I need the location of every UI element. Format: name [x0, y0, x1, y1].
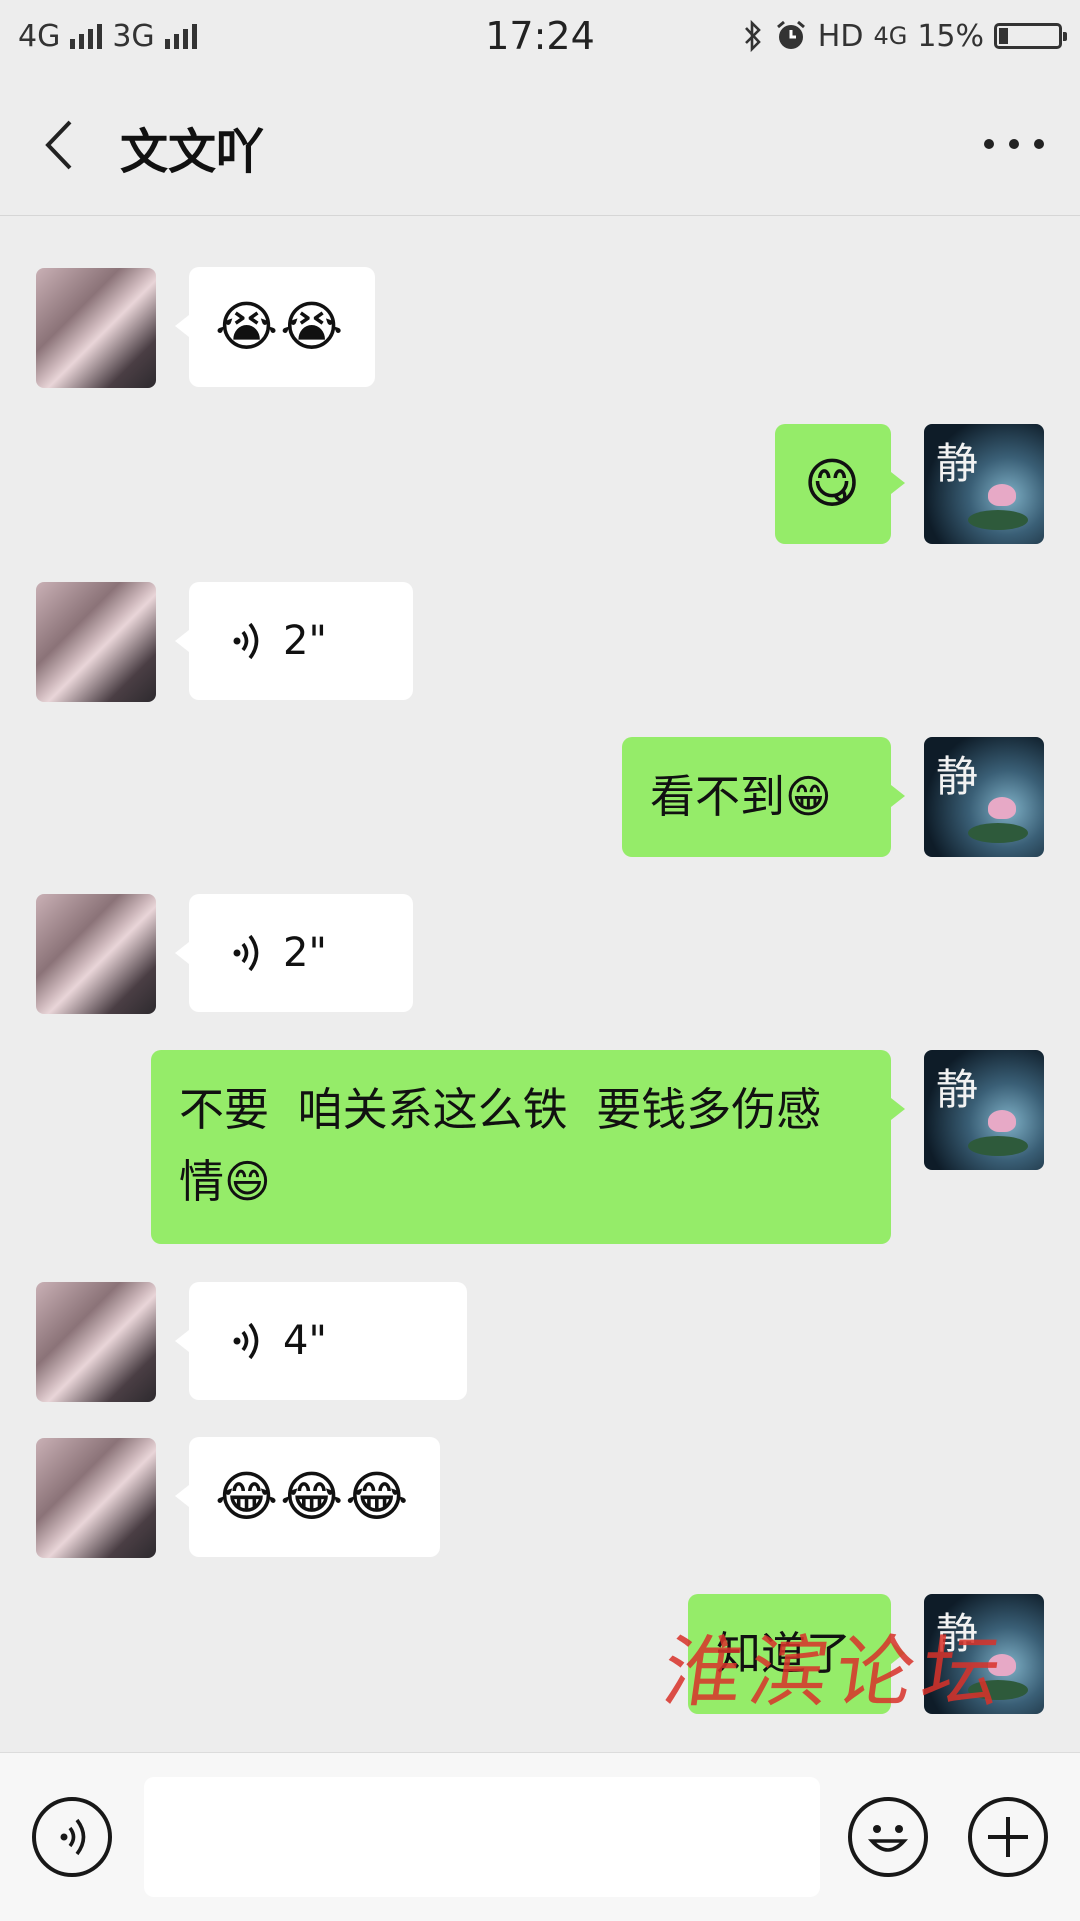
- network-type-2: 3G: [112, 18, 155, 54]
- alarm-icon: [776, 20, 805, 49]
- my-avatar[interactable]: 静: [924, 1050, 1044, 1170]
- bluetooth-icon: [744, 19, 761, 53]
- my-avatar[interactable]: 静: [924, 424, 1044, 544]
- avatar-char: 静: [936, 439, 979, 488]
- chat-header: 文文吖: [0, 72, 1080, 216]
- avatar-char: 静: [936, 1065, 979, 1114]
- more-dots-icon[interactable]: [984, 132, 1044, 156]
- voice-content: 2": [189, 618, 327, 664]
- friend-avatar[interactable]: [36, 894, 156, 1014]
- battery-fill: [999, 28, 1009, 44]
- leaf-graphic: [968, 1136, 1028, 1156]
- message-bubble[interactable]: 😂😂😂: [175, 1437, 440, 1557]
- forum-watermark: 淮滨论坛: [657, 1628, 1015, 1718]
- chevron-left-icon[interactable]: [38, 118, 82, 172]
- message-text: 看不到😁: [650, 770, 832, 823]
- network-type-3: 4G: [873, 22, 908, 50]
- voice-message[interactable]: 2": [175, 894, 413, 1012]
- lotus-graphic: [988, 797, 1016, 819]
- message-bubble[interactable]: 😋: [775, 424, 905, 544]
- friend-avatar[interactable]: [36, 1438, 156, 1558]
- voice-wave-icon: [233, 1322, 259, 1360]
- friend-avatar[interactable]: [36, 1282, 156, 1402]
- status-left: 4G 3G: [18, 19, 197, 54]
- message-emoji: 😭😭: [215, 295, 346, 358]
- lotus-graphic: [988, 1110, 1016, 1132]
- message-text: 不要 咱关系这么铁 要钱多伤感情😄: [179, 1083, 822, 1208]
- status-right: HD 4G 15%: [742, 18, 1067, 54]
- voice-content: 2": [189, 930, 327, 976]
- message-bubble[interactable]: 不要 咱关系这么铁 要钱多伤感情😄: [151, 1050, 905, 1244]
- voice-wave-icon: [233, 622, 259, 660]
- friend-avatar[interactable]: [36, 268, 156, 388]
- status-bar: 4G 3G 17:24 HD 4G 15%: [0, 0, 1080, 72]
- message-bubble[interactable]: 看不到😁: [622, 737, 905, 857]
- voice-wave-icon: [233, 934, 259, 972]
- leaf-graphic: [968, 510, 1028, 530]
- voice-input-icon[interactable]: [32, 1797, 112, 1877]
- message-emoji: 😋: [803, 452, 863, 515]
- voice-duration: 2": [283, 930, 327, 976]
- emoji-icon[interactable]: [848, 1797, 928, 1877]
- voice-duration: 2": [283, 618, 327, 664]
- message-input[interactable]: [144, 1777, 820, 1897]
- battery-percent: 15%: [917, 18, 984, 54]
- lotus-graphic: [988, 484, 1016, 506]
- signal-strength-icon: [70, 23, 103, 49]
- message-bubble[interactable]: 😭😭: [175, 267, 375, 387]
- chat-title: 文文吖: [120, 124, 265, 180]
- voice-content: 4": [189, 1318, 327, 1364]
- avatar-char: 静: [936, 752, 979, 801]
- voice-message[interactable]: 2": [175, 582, 413, 700]
- leaf-graphic: [968, 823, 1028, 843]
- message-emoji: 😂😂😂: [215, 1465, 411, 1528]
- input-bar: [0, 1752, 1080, 1921]
- voice-message[interactable]: 4": [175, 1282, 467, 1400]
- battery-icon: [994, 23, 1067, 49]
- network-type-1: 4G: [18, 18, 61, 54]
- voice-duration: 4": [283, 1318, 327, 1364]
- my-avatar[interactable]: 静: [924, 737, 1044, 857]
- plus-icon[interactable]: [968, 1797, 1048, 1877]
- status-time: 17:24: [485, 14, 595, 58]
- hd-label: HD: [817, 18, 864, 54]
- signal-strength-icon-2: [164, 23, 197, 49]
- friend-avatar[interactable]: [36, 582, 156, 702]
